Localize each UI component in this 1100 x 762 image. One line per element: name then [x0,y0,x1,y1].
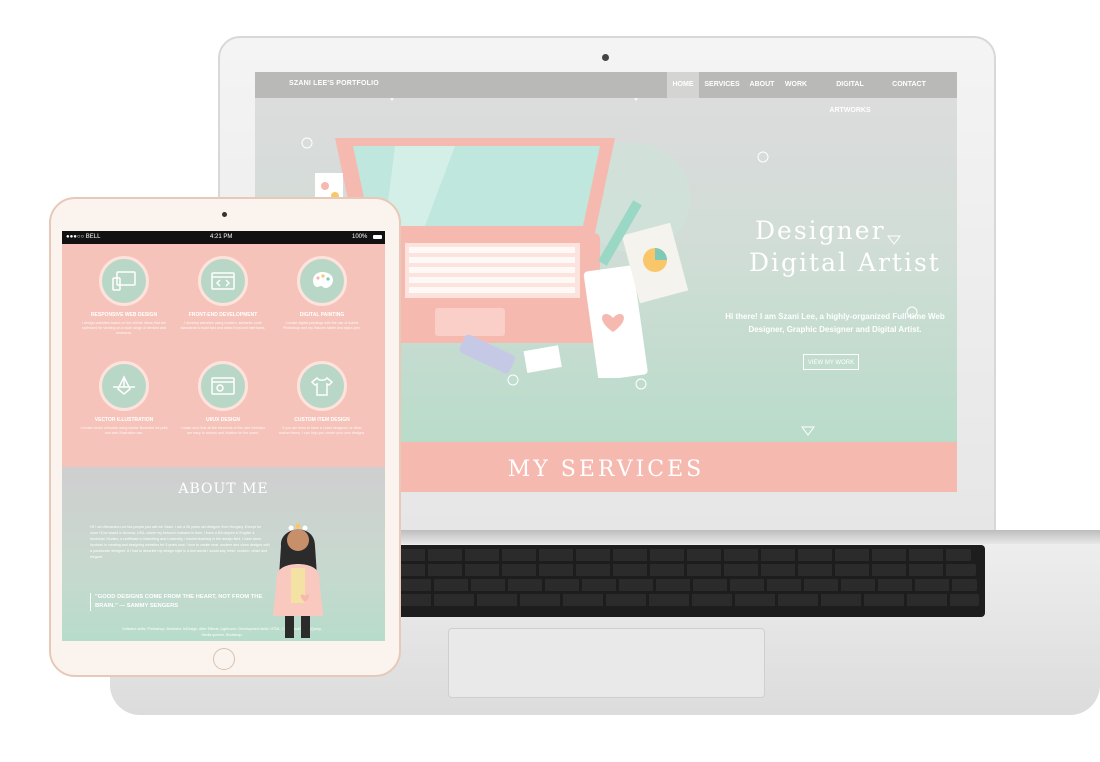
tablet-camera [222,212,227,217]
battery-label: 100% [352,234,368,240]
devices-icon [99,256,149,306]
tshirt-icon [297,361,347,411]
pen-tool-icon [99,361,149,411]
service-desc: I create vector artworks using Adobe Ill… [80,426,168,435]
nav-digital-artworks[interactable]: DIGITAL ARTWORKS [818,72,882,114]
service-card-painting: DIGITAL PAINTING I create digital painti… [277,256,367,331]
service-card-custom: CUSTOM ITEM DESIGN If you are keen to ha… [277,361,367,436]
laptop-trackpad [448,628,765,698]
service-name: RESPONSIVE WEB DESIGN [90,312,158,318]
nav-contact[interactable]: CONTACT [891,72,927,98]
view-my-work-button[interactable]: VIEW MY WORK [803,354,859,370]
hero-intro-text: Hi there! I am Szani Lee, a highly-organ… [725,312,945,334]
carrier-label: ●●●○○ BELL [66,234,101,240]
status-time: 4:21 PM [210,234,233,240]
tablet-home-button [213,648,235,670]
about-quote: "GOOD DESIGNS COME FROM THE HEART, NOT F… [90,593,270,611]
tablet-screen: ●●●○○ BELL 4:21 PM 100% RESPONSIVE WEB D… [62,231,385,641]
service-desc: If you are keen to have a t-shirt design… [278,426,366,435]
service-name: FRONT-END DEVELOPMENT [188,312,258,318]
service-desc: I design websites based on the clients' … [81,321,167,335]
service-card-frontend: FRONT-END DEVELOPMENT I develop websites… [178,256,268,331]
service-card-vector: VECTOR ILLUSTRATION I create vector artw… [79,361,169,436]
service-card-uiux: UI/UX DESIGN I make sure that all the el… [178,361,268,436]
hero-title-line2: Digital Artist [749,248,941,277]
service-name: VECTOR ILLUSTRATION [94,417,154,423]
service-card-responsive: RESPONSIVE WEB DESIGN I design websites … [79,256,169,336]
service-desc: I develop websites using modern, semanti… [180,321,266,330]
laptop-camera [602,54,609,61]
site-navbar: SZANI LEE'S PORTFOLIO HOME SERVICES ABOU… [255,72,957,114]
laptop-keyboard [385,545,985,617]
about-body: Hi! I am Alexandra Lee but people just c… [90,525,270,559]
nav-services[interactable]: SERVICES [703,72,741,98]
nav-about[interactable]: ABOUT [748,72,776,98]
battery-icon [373,235,382,239]
nav-home[interactable]: HOME [667,72,699,98]
service-desc: I create digital paintings with the use … [283,321,361,330]
nav-work[interactable]: WORK [783,72,809,98]
code-window-icon [198,256,248,306]
ui-window-icon [198,361,248,411]
about-title: ABOUT ME [178,481,269,497]
palette-icon [297,256,347,306]
service-name: CUSTOM ITEM DESIGN [294,417,350,423]
avatar-illustration [273,523,323,638]
service-name: DIGITAL PAINTING [299,312,345,318]
service-name: UI/UX DESIGN [206,417,240,423]
service-desc: I make sure that all the elements of the… [180,426,266,435]
status-bar: ●●●○○ BELL 4:21 PM 100% [62,231,385,244]
hero-title-line1: Designer [755,216,886,245]
site-brand[interactable]: SZANI LEE'S PORTFOLIO [289,80,379,87]
